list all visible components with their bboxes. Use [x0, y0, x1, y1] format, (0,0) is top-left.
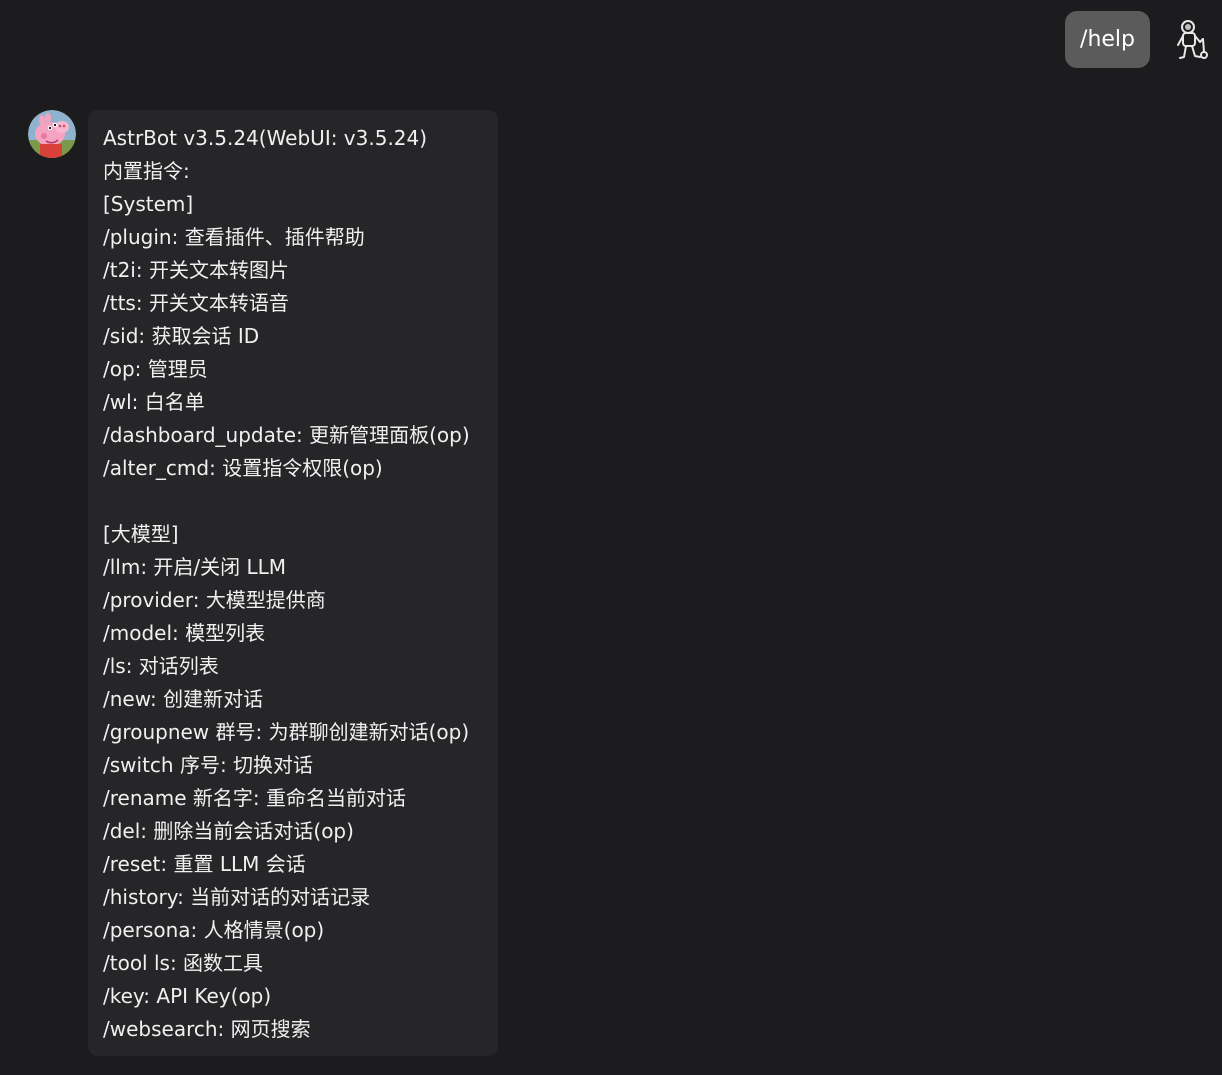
bot-message-line: AstrBot v3.5.24(WebUI: v3.5.24): [103, 126, 428, 150]
astronaut-icon: [1170, 16, 1212, 64]
bot-message-line: [大模型]: [103, 522, 179, 546]
bot-message-line: /dashboard_update: 更新管理面板(op): [103, 423, 470, 447]
user-message-text: /help: [1080, 27, 1135, 52]
peppa-pig-avatar: [28, 110, 76, 158]
bot-message-line: /t2i: 开关文本转图片: [103, 258, 289, 282]
bot-message-line: /alter_cmd: 设置指令权限(op): [103, 456, 383, 480]
bot-message-line: /wl: 白名单: [103, 390, 205, 414]
bot-message-line: /new: 创建新对话: [103, 687, 264, 711]
bot-message-line: [System]: [103, 192, 194, 216]
bot-message-line: /key: API Key(op): [103, 984, 272, 1008]
bot-message-line: /sid: 获取会话 ID: [103, 324, 260, 348]
bot-message-line: /reset: 重置 LLM 会话: [103, 852, 306, 876]
bot-message-line: /tts: 开关文本转语音: [103, 291, 289, 315]
bot-message-line: /history: 当前对话的对话记录: [103, 885, 371, 909]
user-message-row: /help: [1065, 11, 1212, 68]
bot-message-line: /persona: 人格情景(op): [103, 918, 325, 942]
bot-message-line: /plugin: 查看插件、插件帮助: [103, 225, 365, 249]
bot-message-line: 内置指令:: [103, 159, 190, 183]
bot-message-row: AstrBot v3.5.24(WebUI: v3.5.24) 内置指令: [Sys…: [28, 110, 498, 1056]
bot-message-line: /op: 管理员: [103, 357, 208, 381]
bot-message-line: /groupnew 群号: 为群聊创建新对话(op): [103, 720, 470, 744]
bot-message-line: /model: 模型列表: [103, 621, 266, 645]
bot-message-line: /llm: 开启/关闭 LLM: [103, 555, 287, 579]
bot-message-line: /del: 删除当前会话对话(op): [103, 819, 354, 843]
bot-message-line: /provider: 大模型提供商: [103, 588, 326, 612]
chat-area: /help AstrBot v3.5.24(WebUI: v3.5.24) 内置…: [0, 0, 1222, 1075]
bot-message-bubble: AstrBot v3.5.24(WebUI: v3.5.24) 内置指令: [Sys…: [88, 110, 498, 1056]
bot-message-line: [103, 485, 483, 518]
bot-message-line: /rename 新名字: 重命名当前对话: [103, 786, 406, 810]
bot-message-line: /ls: 对话列表: [103, 654, 219, 678]
user-message-bubble: /help: [1065, 11, 1150, 68]
bot-message-line: /websearch: 网页搜索: [103, 1017, 311, 1041]
bot-message-line: /switch 序号: 切换对话: [103, 753, 314, 777]
bot-message-line: /tool ls: 函数工具: [103, 951, 264, 975]
